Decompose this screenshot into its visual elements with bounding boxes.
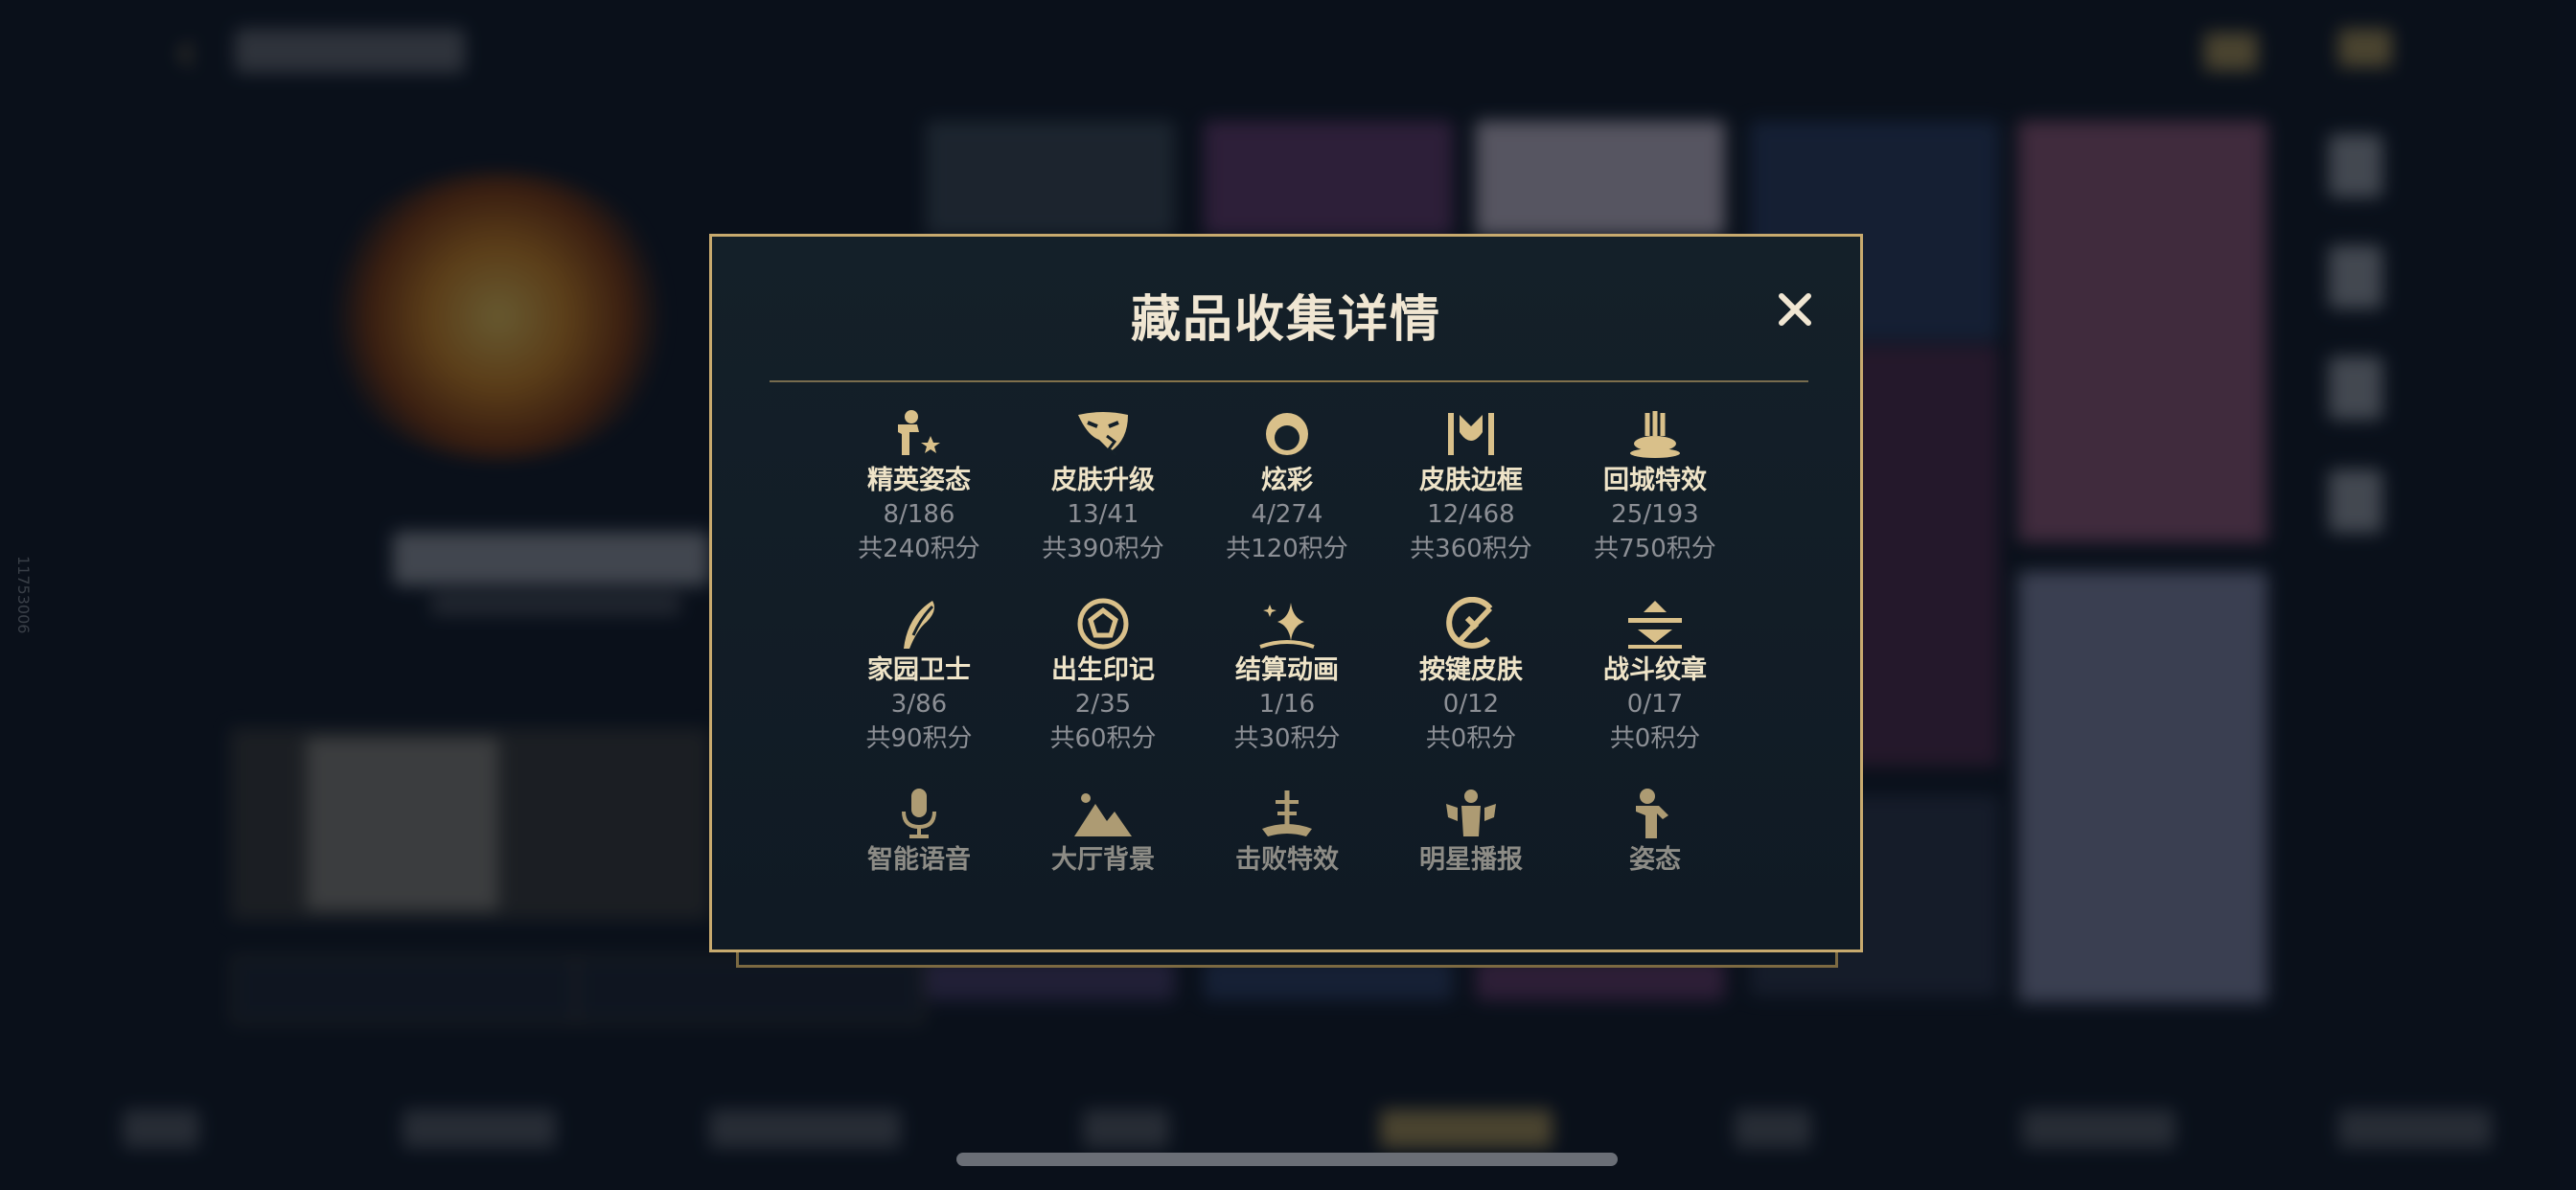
item-count: 4/274 — [1251, 500, 1323, 529]
collection-item-skin-border[interactable]: 皮肤边框 12/468 共360积分 — [1379, 407, 1563, 580]
collection-item-chroma[interactable]: 炫彩 4/274 共120积分 — [1195, 407, 1379, 580]
item-name: 姿态 — [1629, 845, 1681, 875]
home-guard-icon — [904, 601, 934, 649]
collection-item-star-broadcast[interactable]: 明星播报 — [1379, 787, 1563, 882]
collection-item-lobby-background[interactable]: 大厅背景 — [1011, 787, 1195, 882]
item-name: 击败特效 — [1235, 845, 1339, 875]
dialog-title: 藏品收集详情 — [1130, 291, 1441, 349]
collection-item-skin-upgrade[interactable]: 皮肤升级 13/41 共390积分 — [1011, 407, 1195, 580]
item-name: 按键皮肤 — [1419, 655, 1523, 685]
home-indicator[interactable] — [956, 1153, 1618, 1166]
item-points: 共240积分 — [858, 535, 980, 563]
item-points: 共90积分 — [865, 724, 973, 753]
item-name: 皮肤边框 — [1419, 466, 1523, 495]
title-divider — [770, 380, 1808, 382]
item-points: 共120积分 — [1226, 535, 1348, 563]
close-button[interactable] — [1766, 281, 1824, 338]
item-name: 炫彩 — [1261, 466, 1313, 495]
item-points: 共30积分 — [1233, 724, 1341, 753]
item-count: 12/468 — [1427, 500, 1515, 529]
chroma-icon — [1266, 413, 1308, 455]
collection-item-pose[interactable]: 姿态 — [1563, 787, 1747, 882]
item-name: 皮肤升级 — [1051, 466, 1155, 495]
item-name: 智能语音 — [867, 845, 971, 875]
skin-border-icon — [1448, 413, 1494, 455]
collection-item-settlement-animation[interactable]: 结算动画 1/16 共30积分 — [1195, 597, 1379, 769]
collection-details-dialog: 藏品收集详情 精英姿态 8/186 共240积分 皮肤升级 13/41 共390… — [709, 234, 1863, 952]
battle-emblem-icon — [1628, 601, 1682, 649]
item-points: 共0积分 — [1425, 724, 1517, 753]
item-count: 2/35 — [1074, 690, 1132, 719]
item-name: 家园卫士 — [867, 655, 971, 685]
item-points: 共750积分 — [1594, 535, 1716, 563]
defeat-effect-icon — [1262, 790, 1312, 836]
item-count: 3/86 — [890, 690, 948, 719]
item-count: 25/193 — [1611, 500, 1699, 529]
smart-voice-icon — [902, 789, 936, 838]
item-points: 共360积分 — [1410, 535, 1532, 563]
modal-bottom-tab — [736, 952, 1838, 968]
item-count: 0/17 — [1626, 690, 1684, 719]
recall-effect-icon — [1630, 411, 1680, 458]
collection-item-key-skin[interactable]: 按键皮肤 0/12 共0积分 — [1379, 597, 1563, 769]
collection-item-birth-mark[interactable]: 出生印记 2/35 共60积分 — [1011, 597, 1195, 769]
lobby-background-icon — [1074, 793, 1132, 836]
item-points: 共60积分 — [1049, 724, 1157, 753]
pose-icon — [1636, 789, 1668, 838]
collection-item-home-guard[interactable]: 家园卫士 3/86 共90积分 — [827, 597, 1011, 769]
item-count: 1/16 — [1258, 690, 1316, 719]
settlement-animation-icon — [1259, 603, 1315, 649]
item-points: 共0积分 — [1609, 724, 1701, 753]
collection-item-defeat-effect[interactable]: 击败特效 — [1195, 787, 1379, 882]
key-skin-icon — [1446, 597, 1493, 649]
collection-item-elite-pose[interactable]: 精英姿态 8/186 共240积分 — [827, 407, 1011, 580]
item-name: 明星播报 — [1419, 845, 1523, 875]
collection-item-recall-effect[interactable]: 回城特效 25/193 共750积分 — [1563, 407, 1747, 580]
item-name: 大厅背景 — [1051, 845, 1155, 875]
item-count: 13/41 — [1067, 500, 1139, 529]
star-broadcast-icon — [1446, 790, 1496, 836]
birth-mark-icon — [1077, 598, 1129, 650]
item-count: 0/12 — [1442, 690, 1500, 719]
skin-upgrade-icon — [1078, 412, 1128, 457]
close-icon — [1779, 293, 1811, 326]
item-name: 精英姿态 — [867, 466, 971, 495]
item-name: 回城特效 — [1603, 466, 1707, 495]
collection-item-smart-voice[interactable]: 智能语音 — [827, 787, 1011, 882]
item-name: 战斗纹章 — [1603, 655, 1707, 685]
item-name: 结算动画 — [1235, 655, 1339, 685]
item-points: 共390积分 — [1042, 535, 1164, 563]
elite-pose-icon — [898, 410, 940, 455]
item-name: 出生印记 — [1051, 655, 1155, 685]
collection-item-battle-emblem[interactable]: 战斗纹章 0/17 共0积分 — [1563, 597, 1747, 769]
item-count: 8/186 — [883, 500, 955, 529]
